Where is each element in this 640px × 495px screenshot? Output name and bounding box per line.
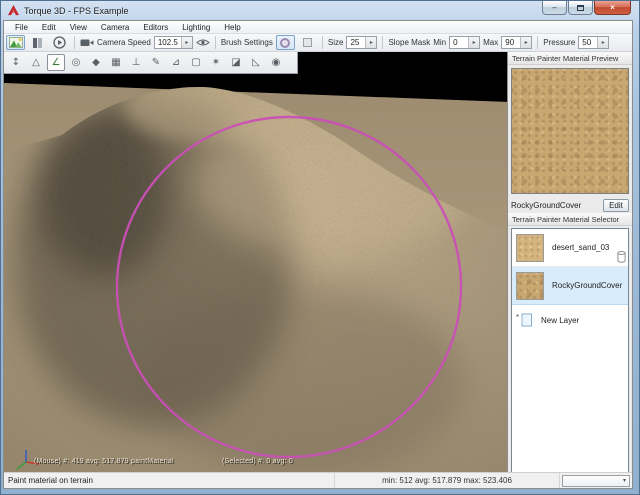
round-brush-icon bbox=[280, 38, 290, 48]
wheel-tool-icon[interactable]: ◉ bbox=[267, 54, 285, 71]
material-item-rockygroundcover[interactable]: RockyGroundCover bbox=[512, 267, 628, 305]
terrain-render bbox=[4, 52, 509, 472]
slope-tool-icon[interactable]: ∠ bbox=[47, 54, 65, 71]
new-layer-icon: * bbox=[516, 313, 533, 327]
terrain-stats: min: 512 avg: 517.879 max: 523.406 bbox=[335, 473, 560, 488]
ramp-tool-icon[interactable]: ◺ bbox=[247, 54, 265, 71]
close-button[interactable]: × bbox=[594, 1, 631, 15]
pressure-label: Pressure bbox=[543, 38, 575, 47]
slope-max-value: 90 bbox=[502, 37, 520, 48]
toolbar-separator bbox=[322, 36, 323, 49]
main-toolbar: Camera Speed 102.5 ▸ Brush Settings Size… bbox=[4, 34, 632, 52]
round-brush-button[interactable] bbox=[276, 35, 295, 50]
selected-material-name: RockyGroundCover bbox=[511, 201, 603, 210]
pressure-value: 50 bbox=[579, 37, 597, 48]
spinner-arrow-icon[interactable]: ▸ bbox=[181, 37, 192, 48]
material-selector-header: Terrain Painter Material Selector bbox=[508, 213, 632, 226]
slope-mask-label: Slope Mask bbox=[388, 38, 430, 47]
pressure-dropdown[interactable]: 50 ▸ bbox=[578, 36, 609, 49]
toolbar-separator bbox=[537, 36, 538, 49]
material-preview-header: Terrain Painter Material Preview bbox=[508, 52, 632, 65]
window-content: File Edit View Camera Editors Lighting H… bbox=[3, 20, 633, 489]
window-title: Torque 3D - FPS Example bbox=[24, 6, 129, 16]
menu-bar: File Edit View Camera Editors Lighting H… bbox=[4, 21, 632, 34]
menu-view[interactable]: View bbox=[63, 21, 94, 34]
status-bar: Paint material on terrain min: 512 avg: … bbox=[4, 472, 632, 488]
main-area: (Mouse) #: 419 avg: 517.879 paintMateria… bbox=[4, 52, 632, 472]
flatten-tool-icon[interactable]: ▦ bbox=[107, 54, 125, 71]
material-thumbnail bbox=[516, 272, 544, 300]
max-label: Max bbox=[483, 38, 498, 47]
material-label: RockyGroundCover bbox=[552, 281, 622, 290]
brush-settings-label: Brush Settings bbox=[221, 38, 273, 47]
raise-height-icon[interactable]: △ bbox=[27, 54, 45, 71]
menu-camera[interactable]: Camera bbox=[94, 21, 136, 34]
toolbar-separator bbox=[74, 36, 75, 49]
size-dropdown[interactable]: 25 ▸ bbox=[346, 36, 377, 49]
menu-editors[interactable]: Editors bbox=[136, 21, 175, 34]
grab-terrain-icon[interactable]: ↕ bbox=[7, 54, 25, 71]
camera-speed-dropdown[interactable]: 102.5 ▸ bbox=[154, 36, 193, 49]
size-label: Size bbox=[328, 38, 344, 47]
menu-lighting[interactable]: Lighting bbox=[175, 21, 217, 34]
spinner-arrow-icon[interactable]: ▸ bbox=[597, 37, 608, 48]
minimize-button[interactable]: – bbox=[542, 1, 567, 15]
toolbar-separator bbox=[215, 36, 216, 49]
columns-icon bbox=[33, 38, 42, 48]
spinner-arrow-icon[interactable]: ▸ bbox=[365, 37, 376, 48]
visibility-eye-icon[interactable] bbox=[196, 38, 210, 47]
menu-file[interactable]: File bbox=[8, 21, 35, 34]
material-list: desert_sand_03 RockyGroundCover bbox=[511, 228, 629, 472]
landscape-icon bbox=[9, 37, 23, 48]
terrain-painter-panel: Terrain Painter Material Preview RockyGr… bbox=[507, 52, 632, 472]
slope-min-value: 0 bbox=[450, 37, 468, 48]
scoop-tool-icon[interactable]: ⊿ bbox=[167, 54, 185, 71]
play-icon bbox=[53, 36, 66, 49]
world-editor-button[interactable] bbox=[6, 35, 25, 50]
slope-max-dropdown[interactable]: 90 ▸ bbox=[501, 36, 532, 49]
camera-speed-label: Camera Speed bbox=[97, 38, 151, 47]
edit-material-button[interactable]: Edit bbox=[603, 199, 629, 212]
toolbar-separator bbox=[382, 36, 383, 49]
smooth-tool-icon[interactable]: ◎ bbox=[67, 54, 85, 71]
terrain-tools-toolbar: ↕ △ ∠ ◎ ◆ ▦ ⊥ ✎ ⊿ ▢ ✶ ◪ ◺ ◉ bbox=[4, 52, 298, 74]
slope-min-dropdown[interactable]: 0 ▸ bbox=[449, 36, 480, 49]
torque-logo-icon bbox=[8, 5, 19, 16]
brush-tool-icon[interactable]: ✎ bbox=[147, 54, 165, 71]
camera-speed-value: 102.5 bbox=[155, 37, 181, 48]
square-brush-button[interactable] bbox=[298, 35, 317, 50]
select-marquee-icon[interactable]: ▢ bbox=[187, 54, 205, 71]
new-layer-item[interactable]: * New Layer bbox=[512, 305, 628, 335]
terrain-viewport[interactable]: (Mouse) #: 419 avg: 517.879 paintMateria… bbox=[4, 52, 509, 472]
delete-material-icon[interactable] bbox=[617, 251, 626, 263]
title-bar[interactable]: Torque 3D - FPS Example – × bbox=[1, 1, 639, 20]
min-label: Min bbox=[433, 38, 446, 47]
set-height-stamp-icon[interactable]: ⊥ bbox=[127, 54, 145, 71]
size-value: 25 bbox=[347, 37, 365, 48]
menu-help[interactable]: Help bbox=[217, 21, 247, 34]
paint-noise-icon[interactable]: ◆ bbox=[87, 54, 105, 71]
eraser-tool-icon[interactable]: ◪ bbox=[227, 54, 245, 71]
selected-info-overlay: (Selected) #: 0 avg: 0 bbox=[222, 458, 293, 465]
spinner-arrow-icon[interactable]: ▸ bbox=[520, 37, 531, 48]
material-item-desert-sand[interactable]: desert_sand_03 bbox=[512, 229, 628, 267]
status-dropdown[interactable]: ▾ bbox=[562, 475, 630, 487]
camera-icon bbox=[80, 38, 94, 47]
svg-text:*: * bbox=[516, 313, 519, 322]
maximize-icon bbox=[577, 5, 584, 11]
spinner-arrow-icon[interactable]: ▸ bbox=[468, 37, 479, 48]
square-brush-icon bbox=[303, 38, 312, 47]
new-layer-label: New Layer bbox=[541, 316, 624, 325]
material-label: desert_sand_03 bbox=[552, 243, 609, 252]
magic-wand-icon[interactable]: ✶ bbox=[207, 54, 225, 71]
material-thumbnail bbox=[516, 234, 544, 262]
mouse-info-overlay: (Mouse) #: 419 avg: 517.879 paintMateria… bbox=[34, 458, 174, 465]
menu-edit[interactable]: Edit bbox=[35, 21, 63, 34]
play-game-button[interactable] bbox=[50, 35, 69, 50]
status-message: Paint material on terrain bbox=[4, 473, 335, 488]
app-window: Torque 3D - FPS Example – × File Edit Vi… bbox=[0, 0, 640, 495]
material-preview-image bbox=[511, 68, 629, 194]
maximize-button[interactable] bbox=[568, 1, 593, 15]
object-columns-button[interactable] bbox=[28, 35, 47, 50]
